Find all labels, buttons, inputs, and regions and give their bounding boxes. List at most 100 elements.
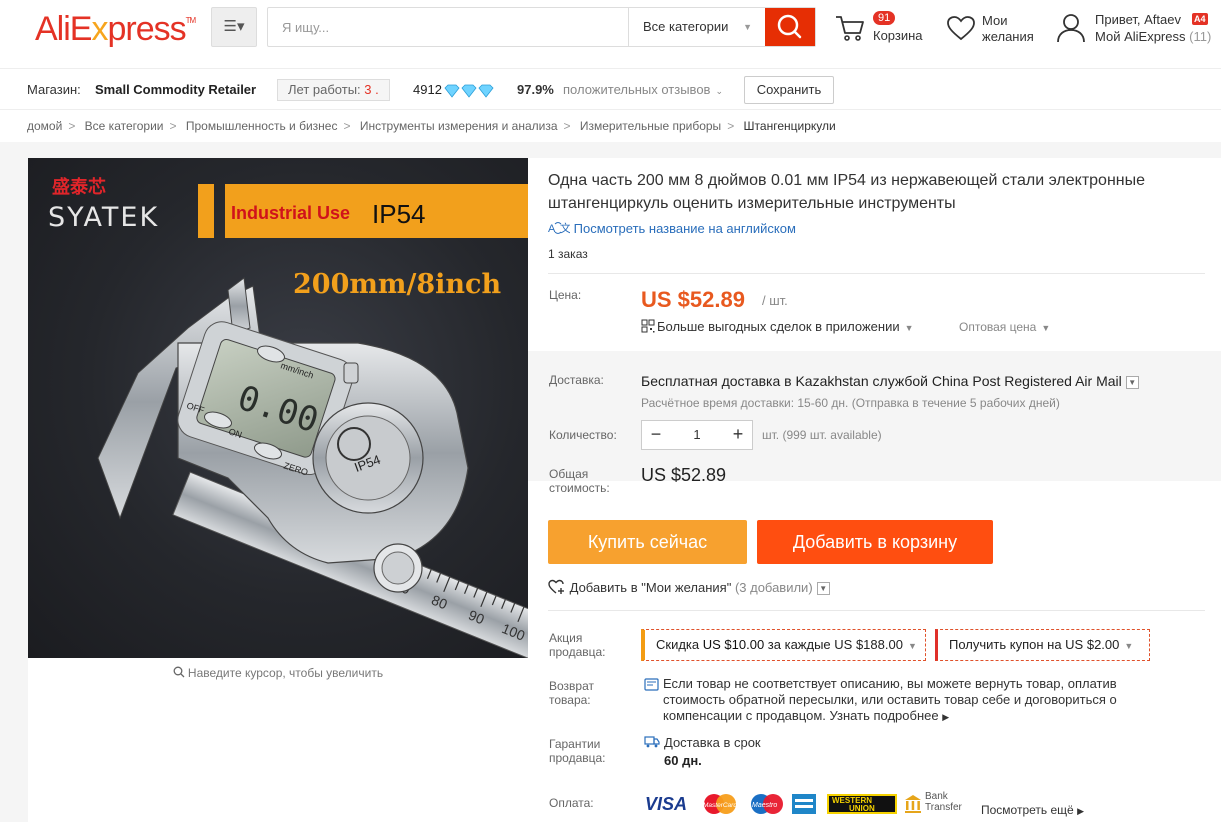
buy-now-button[interactable]: Купить сейчас [548, 520, 747, 564]
quantity-decrease-button[interactable]: − [642, 421, 670, 449]
svg-text:A: A [548, 223, 556, 235]
heart-icon [947, 16, 975, 41]
see-more-payments-link[interactable]: Посмотреть ещё ▶ [981, 803, 1084, 817]
chevron-down-icon: ▼ [904, 323, 914, 333]
breadcrumb-item[interactable]: Все категории [85, 119, 164, 133]
svg-text:Maestro: Maestro [752, 802, 777, 809]
breadcrumb-item[interactable]: Инструменты измерения и анализа [360, 119, 558, 133]
product-price: US $52.89 [641, 287, 745, 312]
return-policy-text: Если товар не соответствует описанию, вы… [663, 676, 1117, 723]
diamond-rating-icon [444, 84, 494, 98]
wishlist-link[interactable]: Мои желания [946, 12, 1056, 48]
chevron-down-icon: ▼ [1124, 641, 1134, 651]
chevron-down-icon: ▼ [743, 22, 752, 32]
get-coupon-dropdown[interactable]: Получить купон на US $2.00 ▼ [935, 629, 1150, 661]
product-title: Одна часть 200 мм 8 дюймов 0.01 мм IP54 … [548, 172, 1146, 212]
cart-label: Корзина [873, 28, 923, 43]
translate-title-link[interactable]: A文 Посмотреть название на английском [548, 221, 796, 236]
store-label: Магазин: [27, 82, 81, 97]
store-years-badge: Лет работы: 3 . [277, 79, 390, 101]
my-aliexpress-link[interactable]: Мой AliExpress (11) [1095, 29, 1211, 44]
delivery-estimate: Расчётное время доставки: 15-60 дн. (Отп… [641, 396, 1060, 410]
product-image[interactable]: 70 80 90 100 0.00 mm/inch OFF ON [28, 158, 528, 658]
payment-label: Оплата: [549, 796, 594, 810]
total-price: US $52.89 [641, 465, 727, 485]
chevron-down-icon: ▼ [907, 641, 917, 651]
svg-text:UNION: UNION [849, 804, 875, 813]
breadcrumb: домой > Все категории > Промышленность и б… [27, 119, 836, 133]
category-select[interactable]: Все категории ▼ [628, 8, 766, 46]
quantity-label: Количество: [549, 428, 617, 442]
site-header: AliExpressTM ☰▾ Все категории▼ 91 Корзин… [0, 0, 1221, 68]
quantity-available: шт. (999 шт. available) [762, 428, 882, 442]
divider [548, 610, 1205, 611]
svg-text:MasterCard: MasterCard [703, 802, 737, 809]
bank-icon [905, 795, 921, 813]
delivery-truck-icon [644, 736, 660, 748]
magnifier-icon [173, 666, 185, 678]
bank-transfer-label: Bank Transfer [925, 791, 962, 813]
return-label: Возврат товара: [549, 679, 594, 707]
cart-link[interactable]: 91 Корзина [834, 11, 934, 48]
app-deals-dropdown[interactable]: Больше выгодных сделок в приложении ▼ [641, 319, 914, 334]
total-label: Общая стоимость: [549, 467, 610, 495]
breadcrumb-item[interactable]: Измерительные приборы [580, 119, 721, 133]
breadcrumb-item-current: Штангенциркули [743, 119, 836, 133]
qr-code-icon [641, 319, 655, 333]
svg-text:文: 文 [560, 221, 570, 235]
chevron-down-icon[interactable]: ▼ [816, 582, 830, 596]
account-link[interactable]: Привет, Aftaev A4 Мой AliExpress (11) [1055, 12, 1221, 48]
cart-icon [836, 16, 864, 41]
aliexpress-logo[interactable]: AliExpressTM [35, 10, 196, 49]
positive-feedback-dropdown[interactable]: положительных отзывов ⌄ [563, 69, 723, 112]
search-icon [777, 14, 802, 39]
positive-feedback-pct: 97.9% [517, 82, 554, 97]
wishlist-label-line2: желания [982, 29, 1034, 44]
learn-more-link[interactable]: Узнать подробнее ▶ [830, 708, 950, 723]
quantity-input[interactable]: 1 [670, 421, 724, 449]
divider [548, 273, 1205, 274]
category-menu-button[interactable]: ☰▾ [211, 7, 257, 47]
guarantee-on-time: Доставка в срок [664, 735, 761, 750]
caliper-illustration: 70 80 90 100 0.00 mm/inch OFF ON [48, 176, 528, 658]
brand-chinese-label: 盛泰芯 [52, 176, 106, 198]
chevron-down-icon[interactable]: ▼ [1125, 375, 1139, 389]
guarantee-days: 60 дн. [664, 753, 702, 768]
search-button[interactable] [765, 8, 815, 46]
caret-right-icon: ▶ [942, 712, 950, 722]
guarantee-label: Гарантии продавца: [549, 737, 606, 765]
breadcrumb-item[interactable]: Промышленность и бизнес [186, 119, 338, 133]
store-name-link[interactable]: Small Commodity Retailer [95, 69, 256, 111]
return-policy-icon [644, 678, 659, 691]
zoom-hint: Наведите курсор, чтобы увеличить [28, 666, 528, 680]
product-gallery: 70 80 90 100 0.00 mm/inch OFF ON [28, 158, 528, 822]
account-greeting: Привет, Aftaev [1095, 12, 1181, 27]
heart-plus-icon [548, 579, 564, 594]
cart-count-badge: 91 [873, 11, 896, 25]
account-level-badge: A4 [1192, 13, 1208, 25]
caret-right-icon: ▶ [1077, 806, 1084, 816]
price-unit: / шт. [762, 293, 788, 308]
save-store-button[interactable]: Сохранить [744, 76, 834, 104]
chevron-down-icon: ▼ [1041, 323, 1051, 333]
banner-industrial-use: Industrial Use [231, 203, 350, 223]
translate-icon: A文 [548, 221, 571, 235]
wishlist-label-line1: Мои [982, 13, 1008, 28]
delivery-option[interactable]: Бесплатная доставка в Kazakhstan службой… [641, 373, 1139, 389]
shipping-section [528, 351, 1221, 481]
svg-text:VISA: VISA [645, 794, 687, 814]
store-rating[interactable]: 4912 [413, 69, 442, 111]
visa-icon: VISA [645, 794, 687, 814]
search-input[interactable] [282, 8, 622, 46]
quantity-increase-button[interactable]: + [724, 421, 752, 449]
seller-discount-dropdown[interactable]: Скидка US $10.00 за каждые US $188.00 ▼ [641, 629, 926, 661]
breadcrumb-item[interactable]: домой [27, 119, 62, 133]
payment-methods: VISA MasterCard Maestro WESTERN UNION Ban… [641, 791, 1221, 817]
wholesale-price-dropdown[interactable]: Оптовая цена ▼ [959, 320, 1050, 334]
user-icon [1057, 14, 1085, 43]
add-to-wishlist-link[interactable]: Добавить в "Мои желания" (3 добавили) ▼ [548, 579, 830, 596]
amex-icon [792, 794, 816, 814]
western-union-icon: WESTERNUNION [827, 794, 897, 814]
add-to-cart-button[interactable]: Добавить в корзину [757, 520, 993, 564]
chevron-down-icon: ⌄ [715, 86, 724, 96]
